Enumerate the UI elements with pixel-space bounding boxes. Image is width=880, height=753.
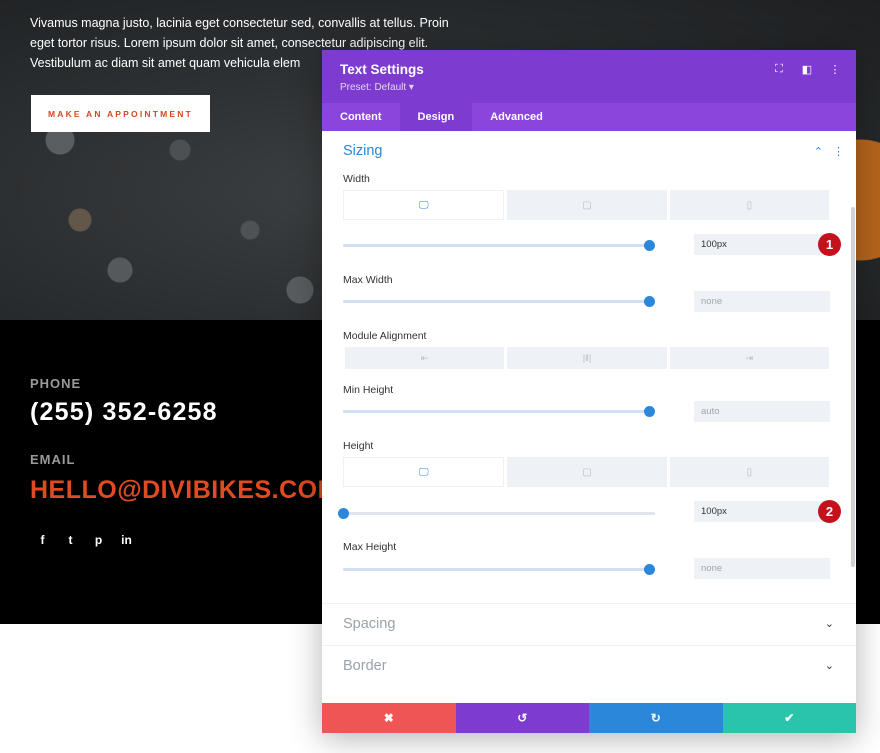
cancel-button[interactable]: ✖: [322, 703, 456, 733]
height-input[interactable]: 100px: [694, 501, 830, 522]
phone-icon[interactable]: ▯: [669, 190, 829, 220]
social-links: f t p in: [36, 533, 133, 547]
phone-icon[interactable]: ▯: [669, 457, 829, 487]
tab-content[interactable]: Content: [322, 103, 400, 131]
max-width-slider-handle[interactable]: [644, 296, 655, 307]
align-center-icon[interactable]: |‖|: [507, 347, 667, 369]
redo-button[interactable]: ↻: [589, 703, 723, 733]
modal-body: Sizing ⌃ ⋮ Width 🖵 ▢ ▯ 100px 1 Max Width…: [322, 131, 856, 703]
annotation-marker-2: 2: [818, 500, 841, 523]
section-title-sizing[interactable]: Sizing: [343, 143, 383, 159]
modal-title: Text Settings: [340, 62, 424, 77]
min-height-input[interactable]: auto: [694, 401, 830, 422]
max-width-input[interactable]: none: [694, 291, 830, 312]
save-button[interactable]: ✔: [722, 703, 856, 733]
annotation-marker-1: 1: [818, 233, 841, 256]
modal-tabs: Content Design Advanced: [322, 103, 856, 131]
max-width-label: Max Width: [343, 274, 393, 286]
scrollbar[interactable]: [851, 207, 855, 567]
tab-design[interactable]: Design: [399, 103, 473, 131]
facebook-icon[interactable]: f: [36, 533, 49, 547]
modal-header: Text Settings Preset: Default ▾ ⛶ ◧ ⋮: [322, 50, 856, 103]
width-device-tabs: 🖵 ▢ ▯: [343, 190, 829, 220]
chevron-down-icon: ⌄: [824, 660, 834, 672]
phone-number: (255) 352-6258: [30, 398, 218, 426]
text-settings-modal: Text Settings Preset: Default ▾ ⛶ ◧ ⋮ Co…: [322, 50, 856, 733]
desktop-icon[interactable]: 🖵: [343, 190, 505, 220]
width-slider[interactable]: [343, 240, 655, 251]
align-left-icon[interactable]: ⇤: [345, 347, 505, 369]
section-title-border: Border: [343, 658, 387, 674]
preset-dropdown[interactable]: Preset: Default ▾: [340, 82, 414, 93]
email-address[interactable]: HELLO@DIVIBIKES.COM: [30, 476, 339, 505]
max-height-label: Max Height: [343, 541, 397, 553]
max-height-slider-handle[interactable]: [644, 564, 655, 575]
max-width-slider[interactable]: [343, 296, 655, 307]
height-slider[interactable]: [338, 508, 655, 519]
tablet-icon[interactable]: ▢: [507, 457, 667, 487]
section-title-spacing: Spacing: [343, 616, 396, 632]
section-menu-icon[interactable]: ⋮: [833, 145, 844, 158]
min-height-slider[interactable]: [343, 406, 655, 417]
modal-footer: ✖ ↺ ↻ ✔: [322, 703, 856, 733]
fullscreen-icon[interactable]: ⛶: [772, 63, 786, 76]
max-height-slider[interactable]: [343, 564, 655, 575]
pinterest-icon[interactable]: p: [92, 533, 105, 547]
tablet-icon[interactable]: ▢: [507, 190, 667, 220]
section-border[interactable]: Border ⌄: [322, 645, 856, 687]
max-height-input[interactable]: none: [694, 558, 830, 579]
min-height-slider-handle[interactable]: [644, 406, 655, 417]
min-height-label: Min Height: [343, 384, 394, 396]
height-label: Height: [343, 440, 374, 452]
email-label: EMAIL: [30, 452, 76, 467]
module-alignment-options: ⇤ |‖| ⇥: [345, 347, 829, 369]
desktop-icon[interactable]: 🖵: [343, 457, 505, 487]
chevron-down-icon: ⌄: [824, 618, 834, 630]
align-right-icon[interactable]: ⇥: [669, 347, 829, 369]
width-input[interactable]: 100px: [694, 234, 830, 255]
more-options-icon[interactable]: ⋮: [828, 63, 842, 76]
width-label: Width: [343, 173, 370, 185]
width-slider-handle[interactable]: [644, 240, 655, 251]
tab-advanced[interactable]: Advanced: [472, 103, 561, 131]
height-device-tabs: 🖵 ▢ ▯: [343, 457, 829, 487]
section-spacing[interactable]: Spacing ⌄: [322, 603, 856, 645]
phone-label: PHONE: [30, 376, 82, 391]
linkedin-icon[interactable]: in: [120, 533, 133, 547]
collapse-icon[interactable]: ⌃: [814, 145, 823, 158]
height-slider-handle[interactable]: [338, 508, 349, 519]
undo-button[interactable]: ↺: [455, 703, 589, 733]
twitter-icon[interactable]: t: [64, 533, 77, 547]
split-view-icon[interactable]: ◧: [800, 63, 814, 76]
appointment-button[interactable]: MAKE AN APPOINTMENT: [31, 95, 210, 132]
module-alignment-label: Module Alignment: [343, 330, 427, 342]
